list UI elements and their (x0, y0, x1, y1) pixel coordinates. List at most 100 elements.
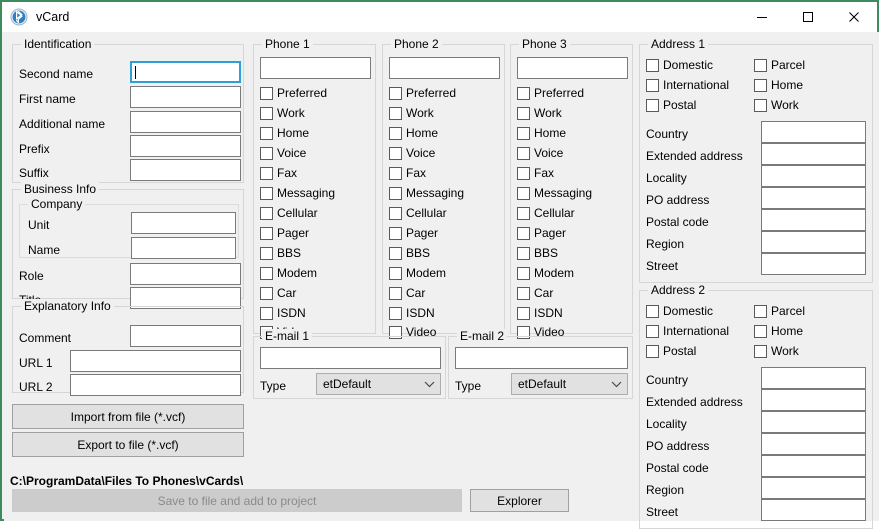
input-address-2-street[interactable] (761, 499, 866, 521)
input-email-1[interactable] (260, 347, 441, 369)
input-address-2-extended[interactable] (761, 389, 866, 411)
input-url-2[interactable] (70, 374, 241, 396)
checkbox-address-2-parcel[interactable]: Parcel (754, 303, 805, 319)
input-additional-name[interactable] (130, 111, 241, 133)
input-first-name[interactable] (130, 86, 241, 108)
input-phone-1-number[interactable] (260, 57, 371, 79)
input-email-2[interactable] (455, 347, 628, 369)
checkbox-phone-2-messaging[interactable]: Messaging (389, 185, 464, 201)
checkbox-address-1-international[interactable]: International (646, 77, 729, 93)
checkbox-phone-1-home[interactable]: Home (260, 125, 309, 141)
input-suffix[interactable] (130, 159, 241, 181)
input-address-2-country[interactable] (761, 367, 866, 389)
checkbox-label: Fax (277, 165, 298, 180)
checkbox-address-2-home[interactable]: Home (754, 323, 803, 339)
input-address-1-extended[interactable] (761, 143, 866, 165)
checkbox-phone-1-messaging[interactable]: Messaging (260, 185, 335, 201)
checkbox-phone-3-pager[interactable]: Pager (517, 225, 566, 241)
checkbox-label: BBS (406, 245, 431, 260)
checkbox-phone-3-modem[interactable]: Modem (517, 265, 574, 281)
select-email-2-type[interactable]: etDefault (511, 373, 628, 395)
checkbox-box (646, 324, 659, 338)
checkbox-phone-3-cellular[interactable]: Cellular (517, 205, 575, 221)
input-address-2-po[interactable] (761, 433, 866, 455)
input-address-1-country[interactable] (761, 121, 866, 143)
checkbox-label: Home (406, 125, 439, 140)
checkbox-phone-3-bbs[interactable]: BBS (517, 245, 558, 261)
input-prefix[interactable] (130, 135, 241, 157)
checkbox-phone-2-work[interactable]: Work (389, 105, 434, 121)
input-phone-3-number[interactable] (517, 57, 628, 79)
checkbox-address-1-postal[interactable]: Postal (646, 97, 696, 113)
checkbox-address-1-parcel[interactable]: Parcel (754, 57, 805, 73)
input-address-1-locality[interactable] (761, 165, 866, 187)
input-second-name[interactable] (130, 61, 241, 83)
checkbox-phone-2-home[interactable]: Home (389, 125, 438, 141)
import-from-file-button[interactable]: Import from file (*.vcf) (12, 404, 244, 429)
input-address-2-postal-code[interactable] (761, 455, 866, 477)
minimize-button[interactable] (739, 2, 785, 32)
checkbox-label: International (663, 77, 730, 92)
checkbox-label: Parcel (771, 303, 806, 318)
input-phone-2-number[interactable] (389, 57, 500, 79)
checkbox-phone-3-home[interactable]: Home (517, 125, 566, 141)
checkbox-phone-1-work[interactable]: Work (260, 105, 305, 121)
checkbox-phone-2-modem[interactable]: Modem (389, 265, 446, 281)
input-address-1-region[interactable] (761, 231, 866, 253)
checkbox-phone-3-work[interactable]: Work (517, 105, 562, 121)
checkbox-address-1-work[interactable]: Work (754, 97, 799, 113)
input-address-1-po[interactable] (761, 187, 866, 209)
checkbox-box (517, 126, 530, 140)
checkbox-address-2-postal[interactable]: Postal (646, 343, 696, 359)
explorer-button[interactable]: Explorer (470, 489, 569, 512)
checkbox-phone-2-preferred[interactable]: Preferred (389, 85, 456, 101)
checkbox-address-2-domestic[interactable]: Domestic (646, 303, 713, 319)
input-company-name[interactable] (131, 237, 236, 259)
checkbox-address-1-domestic[interactable]: Domestic (646, 57, 713, 73)
maximize-button[interactable] (785, 2, 831, 32)
checkbox-phone-1-modem[interactable]: Modem (260, 265, 317, 281)
checkbox-phone-1-preferred[interactable]: Preferred (260, 85, 327, 101)
checkbox-phone-2-bbs[interactable]: BBS (389, 245, 430, 261)
input-company-unit[interactable] (131, 212, 236, 234)
checkbox-box (517, 266, 530, 280)
checkbox-phone-2-car[interactable]: Car (389, 285, 425, 301)
checkbox-box (260, 146, 273, 160)
checkbox-phone-1-fax[interactable]: Fax (260, 165, 297, 181)
checkbox-phone-1-voice[interactable]: Voice (260, 145, 306, 161)
checkbox-phone-2-fax[interactable]: Fax (389, 165, 426, 181)
checkbox-phone-2-voice[interactable]: Voice (389, 145, 435, 161)
select-email-1-type[interactable]: etDefault (316, 373, 441, 395)
input-address-2-region[interactable] (761, 477, 866, 499)
input-comment[interactable] (130, 325, 241, 347)
checkbox-phone-1-bbs[interactable]: BBS (260, 245, 301, 261)
close-button[interactable] (831, 2, 877, 32)
checkbox-phone-3-preferred[interactable]: Preferred (517, 85, 584, 101)
checkbox-phone-1-isdn[interactable]: ISDN (260, 305, 306, 321)
checkbox-label: Work (277, 105, 305, 120)
checkbox-phone-1-pager[interactable]: Pager (260, 225, 309, 241)
input-address-1-street[interactable] (761, 253, 866, 275)
checkbox-phone-3-car[interactable]: Car (517, 285, 553, 301)
checkbox-address-2-work[interactable]: Work (754, 343, 799, 359)
label-first-name: First name (19, 92, 76, 106)
checkbox-phone-2-cellular[interactable]: Cellular (389, 205, 447, 221)
checkbox-phone-3-voice[interactable]: Voice (517, 145, 563, 161)
checkbox-phone-2-pager[interactable]: Pager (389, 225, 438, 241)
checkbox-phone-3-fax[interactable]: Fax (517, 165, 554, 181)
checkbox-address-1-home[interactable]: Home (754, 77, 803, 93)
input-address-2-locality[interactable] (761, 411, 866, 433)
save-to-project-button[interactable]: Save to file and add to project (12, 489, 462, 512)
input-url-1[interactable] (70, 350, 241, 372)
export-to-file-button[interactable]: Export to file (*.vcf) (12, 432, 244, 457)
checkbox-address-2-international[interactable]: International (646, 323, 729, 339)
checkbox-phone-3-isdn[interactable]: ISDN (517, 305, 563, 321)
checkbox-phone-1-cellular[interactable]: Cellular (260, 205, 318, 221)
checkbox-phone-1-car[interactable]: Car (260, 285, 296, 301)
checkbox-phone-2-isdn[interactable]: ISDN (389, 305, 435, 321)
checkbox-box (389, 106, 402, 120)
checkbox-phone-3-messaging[interactable]: Messaging (517, 185, 592, 201)
input-role[interactable] (130, 263, 241, 285)
label-address-2-street: Street (646, 505, 679, 519)
input-address-1-postal-code[interactable] (761, 209, 866, 231)
